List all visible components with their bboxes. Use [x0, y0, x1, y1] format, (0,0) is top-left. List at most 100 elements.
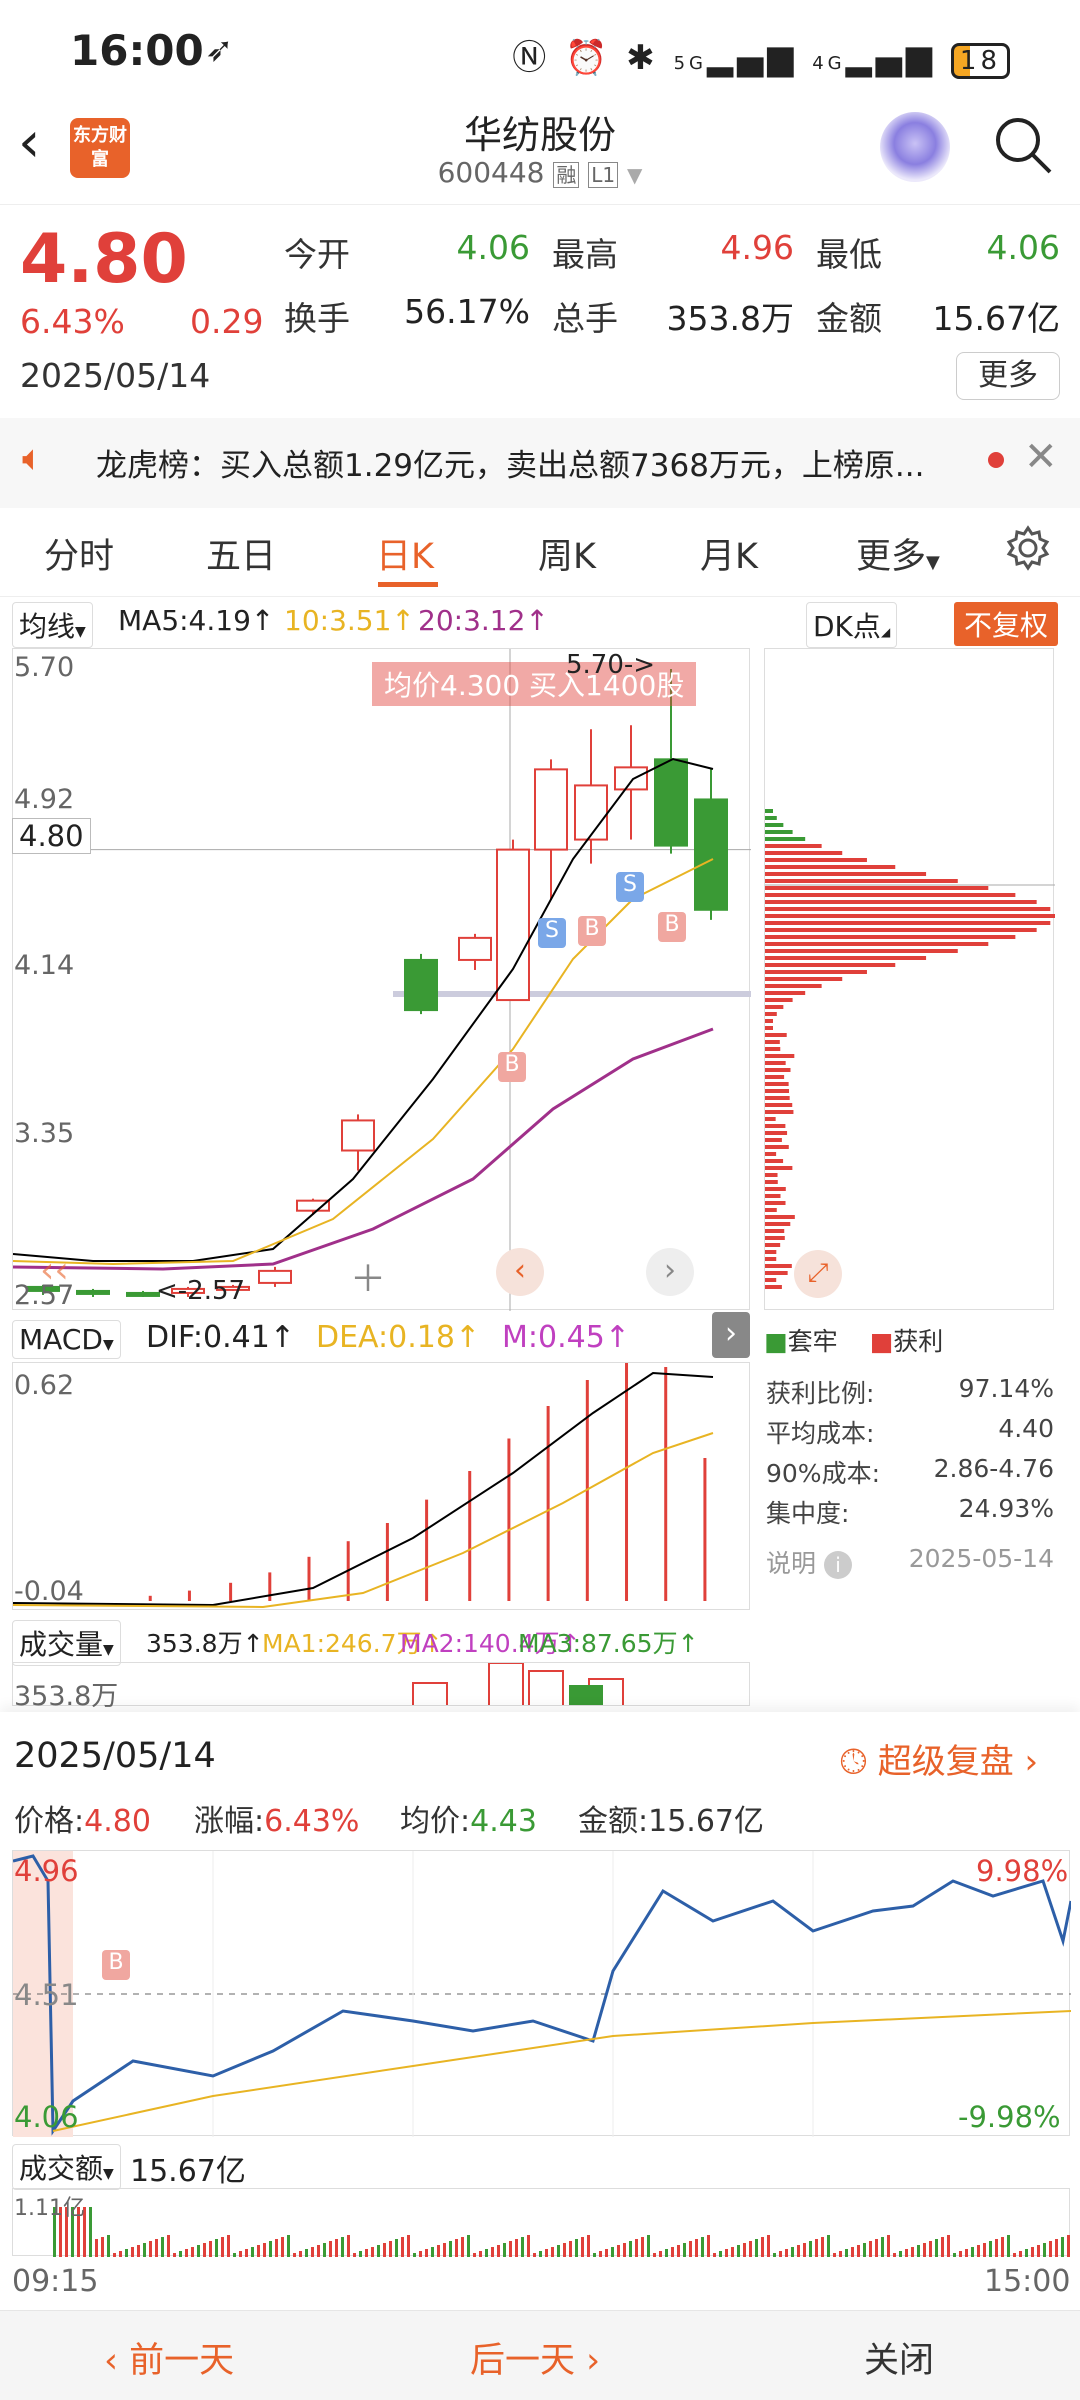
adjust-mode-button[interactable]: 不复权 [954, 602, 1058, 646]
amount-bar [539, 2251, 542, 2257]
intraday-chart[interactable] [12, 1850, 1070, 2136]
amount-bar [923, 2243, 926, 2257]
current-price: 4.80 [20, 220, 188, 299]
amount-bar [269, 2241, 272, 2257]
volume-chart[interactable] [12, 1662, 750, 1706]
amount-bar [233, 2253, 236, 2257]
candle-body [655, 759, 687, 845]
tab-five-day[interactable]: 五日 [206, 528, 276, 579]
amount-bar [677, 2245, 680, 2257]
tab-more-label: 更多 [856, 537, 926, 577]
amount-bar [857, 2245, 860, 2257]
stock-code: 600448 [438, 156, 545, 189]
amount-bar [101, 2237, 104, 2257]
volume-selector[interactable]: 成交量▼ [12, 1620, 121, 1666]
status-bar: 16:00 ➶ Ⓝ ⏰ ✱ 5G▂▄▆ 4G▂▄▆ 18 [0, 0, 1080, 100]
buy-signal-badge-3[interactable]: B [658, 912, 686, 942]
scroll-left-icon[interactable]: ‹ [496, 1248, 544, 1296]
amount-bar [179, 2251, 182, 2257]
chip-bar [765, 1110, 793, 1114]
chip-bar [765, 991, 805, 995]
amount-bar [695, 2239, 698, 2257]
tab-weekly-k[interactable]: 周K [538, 528, 596, 579]
chip-bar [765, 1089, 789, 1093]
scroll-right-icon[interactable]: › [646, 1248, 694, 1296]
intraday-price-row: 价格:4.80 [14, 1796, 151, 1840]
amount-bar [431, 2247, 434, 2257]
amount-bar [461, 2237, 464, 2257]
chip-bar [765, 1075, 784, 1079]
tab-monthly-k[interactable]: 月K [700, 528, 758, 579]
search-icon[interactable] [992, 114, 1054, 180]
intraday-change-row: 涨幅:6.43% [194, 1796, 359, 1840]
close-icon[interactable]: ✕ [1024, 434, 1058, 480]
candle-body [259, 1271, 291, 1283]
next-day-button[interactable]: 后一天 › [470, 2332, 600, 2383]
chip-bar [765, 998, 793, 1002]
dif-line [13, 1373, 713, 1605]
zoom-out-icon[interactable]: ‹‹ [40, 1250, 69, 1291]
amount-selector[interactable]: 成交额▼ [12, 2144, 121, 2190]
chip-note-label: 说明 [766, 1549, 816, 1578]
super-replay-button[interactable]: 🕓︎ 超级复盘 › [840, 1734, 1038, 1783]
expand-panel-icon[interactable]: › [712, 1312, 750, 1358]
more-button[interactable]: 更多 [956, 352, 1060, 400]
prev-day-button[interactable]: ‹ 前一天 [104, 2332, 234, 2383]
intraday-price: 4.80 [84, 1804, 151, 1839]
chip-bar [765, 984, 822, 988]
intraday-amount: 15.67亿 [648, 1804, 764, 1839]
robot-assistant-icon[interactable] [880, 112, 950, 182]
crosshair-plus-icon[interactable]: ＋ [350, 1250, 386, 1302]
chevron-right-icon: › [575, 2341, 600, 2381]
macd-chart[interactable] [12, 1362, 750, 1610]
chip-stat-value-4: 24.93% [900, 1494, 1054, 1523]
buy-signal-badge-2[interactable]: B [578, 916, 606, 946]
buy-signal-badge[interactable]: B [498, 1052, 526, 1082]
macd-selector[interactable]: MACD▼ [12, 1320, 121, 1359]
amount-bar [203, 2243, 206, 2257]
amount-bar [467, 2235, 470, 2257]
chip-bar [765, 921, 1050, 925]
caret-down-icon: ▼ [926, 552, 940, 573]
dk-point-selector[interactable]: DK点◢ [806, 602, 897, 648]
amount-bar [851, 2247, 854, 2257]
amount-bar [227, 2235, 230, 2257]
tab-daily-k[interactable]: 日K [376, 528, 434, 579]
ma10-label: 10:3.51↑ [284, 604, 415, 637]
chip-note[interactable]: 说明 i [766, 1544, 852, 1580]
intraday-buy-signal[interactable]: B [102, 1950, 130, 1980]
amount-bar [701, 2237, 704, 2257]
amount-bar [773, 2253, 776, 2257]
sell-signal-badge[interactable]: S [538, 918, 566, 948]
chip-distribution-chart[interactable] [764, 648, 1054, 1310]
chip-bar [765, 865, 895, 869]
expand-icon[interactable]: ⤢ [794, 1250, 842, 1298]
settings-gear-icon[interactable] [1004, 524, 1052, 576]
chip-bar [765, 949, 958, 953]
intraday-change: 6.43% [264, 1804, 359, 1839]
amount-bar [155, 2239, 158, 2257]
amount-bar [173, 2253, 176, 2257]
amount-chart[interactable] [12, 2188, 1070, 2256]
close-button[interactable]: 关闭 [864, 2332, 934, 2383]
amount-bar [413, 2253, 416, 2257]
chip-bar [765, 1285, 782, 1289]
chip-bar [765, 1236, 785, 1240]
amount-bar [1031, 2247, 1034, 2257]
kline-chart[interactable] [12, 648, 750, 1310]
chip-bar [765, 907, 1050, 911]
sell-signal-badge-2[interactable]: S [616, 872, 644, 902]
amount-bar [671, 2247, 674, 2257]
amount-bar [323, 2243, 326, 2257]
tab-intraday[interactable]: 分时 [44, 528, 114, 579]
amount-bar [419, 2251, 422, 2257]
chip-stat-value-3: 2.86-4.76 [900, 1454, 1054, 1483]
amount-bar [131, 2247, 134, 2257]
amount-value: 15.67亿 [910, 292, 1060, 340]
ma-selector[interactable]: 均线▼ [12, 602, 93, 648]
ma20-label: 20:3.12↑ [418, 604, 549, 637]
tab-more[interactable]: 更多▼ [856, 528, 940, 579]
low-marker: <-2.57 [156, 1276, 245, 1306]
chip-stat-label-1: 获利比例: [766, 1374, 874, 1410]
notice-bar[interactable]: 🔈︎ 龙虎榜：买入总额1.29亿元，卖出总额7368万元，上榜原... ✕ [0, 418, 1080, 508]
